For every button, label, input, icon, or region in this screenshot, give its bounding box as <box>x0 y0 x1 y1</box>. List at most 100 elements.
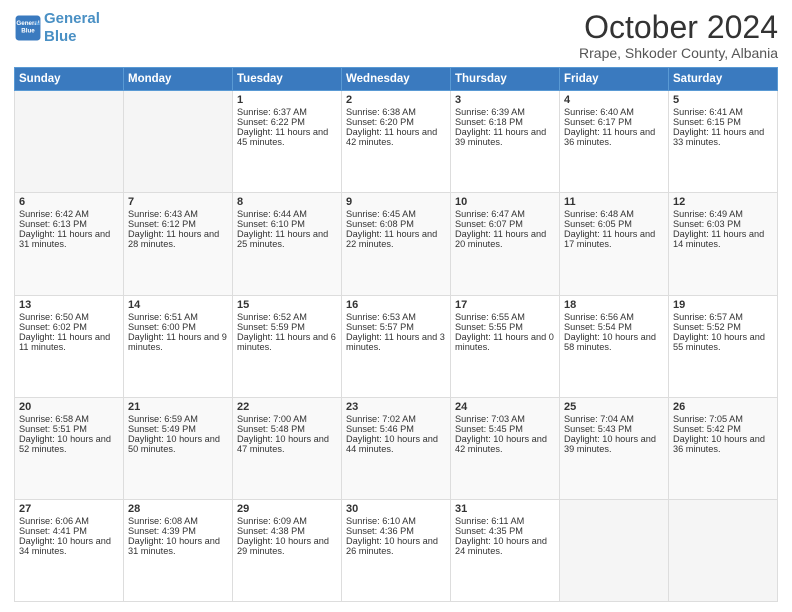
sunrise-text: Sunrise: 6:37 AM <box>237 107 337 117</box>
sunrise-text: Sunrise: 6:06 AM <box>19 516 119 526</box>
calendar-day-header: Sunday <box>15 68 124 91</box>
logo-line1: General <box>44 10 100 27</box>
sunset-text: Sunset: 5:48 PM <box>237 424 337 434</box>
daylight-text: Daylight: 11 hours and 25 minutes. <box>237 229 337 249</box>
sunrise-text: Sunrise: 6:09 AM <box>237 516 337 526</box>
calendar-cell <box>669 499 778 601</box>
calendar-cell: 8Sunrise: 6:44 AMSunset: 6:10 PMDaylight… <box>233 193 342 295</box>
sunset-text: Sunset: 6:05 PM <box>564 219 664 229</box>
sunrise-text: Sunrise: 6:52 AM <box>237 312 337 322</box>
daylight-text: Daylight: 11 hours and 28 minutes. <box>128 229 228 249</box>
sunrise-text: Sunrise: 7:00 AM <box>237 414 337 424</box>
sunrise-text: Sunrise: 6:55 AM <box>455 312 555 322</box>
sunrise-text: Sunrise: 6:42 AM <box>19 209 119 219</box>
day-number: 31 <box>455 503 555 515</box>
daylight-text: Daylight: 10 hours and 42 minutes. <box>455 434 555 454</box>
calendar-cell: 6Sunrise: 6:42 AMSunset: 6:13 PMDaylight… <box>15 193 124 295</box>
sunset-text: Sunset: 6:18 PM <box>455 117 555 127</box>
sunrise-text: Sunrise: 6:38 AM <box>346 107 446 117</box>
sunset-text: Sunset: 6:13 PM <box>19 219 119 229</box>
sunset-text: Sunset: 5:42 PM <box>673 424 773 434</box>
sunrise-text: Sunrise: 6:44 AM <box>237 209 337 219</box>
day-number: 16 <box>346 299 446 311</box>
calendar-cell: 14Sunrise: 6:51 AMSunset: 6:00 PMDayligh… <box>124 295 233 397</box>
daylight-text: Daylight: 10 hours and 36 minutes. <box>673 434 773 454</box>
day-number: 3 <box>455 94 555 106</box>
sunrise-text: Sunrise: 6:48 AM <box>564 209 664 219</box>
calendar-day-header: Friday <box>560 68 669 91</box>
calendar-cell: 15Sunrise: 6:52 AMSunset: 5:59 PMDayligh… <box>233 295 342 397</box>
calendar-day-header: Monday <box>124 68 233 91</box>
calendar-cell: 3Sunrise: 6:39 AMSunset: 6:18 PMDaylight… <box>451 91 560 193</box>
daylight-text: Daylight: 11 hours and 14 minutes. <box>673 229 773 249</box>
logo-text: General Blue <box>44 10 100 46</box>
calendar-cell <box>15 91 124 193</box>
sunset-text: Sunset: 4:35 PM <box>455 526 555 536</box>
daylight-text: Daylight: 10 hours and 44 minutes. <box>346 434 446 454</box>
sunrise-text: Sunrise: 6:47 AM <box>455 209 555 219</box>
calendar-week-row: 13Sunrise: 6:50 AMSunset: 6:02 PMDayligh… <box>15 295 778 397</box>
header: General Blue General Blue October 2024 R… <box>14 10 778 61</box>
calendar-cell: 1Sunrise: 6:37 AMSunset: 6:22 PMDaylight… <box>233 91 342 193</box>
calendar-cell: 17Sunrise: 6:55 AMSunset: 5:55 PMDayligh… <box>451 295 560 397</box>
daylight-text: Daylight: 10 hours and 39 minutes. <box>564 434 664 454</box>
sunrise-text: Sunrise: 6:58 AM <box>19 414 119 424</box>
sunrise-text: Sunrise: 6:53 AM <box>346 312 446 322</box>
daylight-text: Daylight: 11 hours and 17 minutes. <box>564 229 664 249</box>
sunset-text: Sunset: 5:51 PM <box>19 424 119 434</box>
sunset-text: Sunset: 4:36 PM <box>346 526 446 536</box>
calendar-cell: 20Sunrise: 6:58 AMSunset: 5:51 PMDayligh… <box>15 397 124 499</box>
sunset-text: Sunset: 4:38 PM <box>237 526 337 536</box>
day-number: 17 <box>455 299 555 311</box>
sunrise-text: Sunrise: 6:10 AM <box>346 516 446 526</box>
sunset-text: Sunset: 5:49 PM <box>128 424 228 434</box>
sunrise-text: Sunrise: 6:08 AM <box>128 516 228 526</box>
sunrise-text: Sunrise: 7:02 AM <box>346 414 446 424</box>
daylight-text: Daylight: 11 hours and 6 minutes. <box>237 332 337 352</box>
calendar-cell <box>560 499 669 601</box>
daylight-text: Daylight: 10 hours and 55 minutes. <box>673 332 773 352</box>
day-number: 25 <box>564 401 664 413</box>
sunrise-text: Sunrise: 6:49 AM <box>673 209 773 219</box>
daylight-text: Daylight: 10 hours and 58 minutes. <box>564 332 664 352</box>
daylight-text: Daylight: 11 hours and 42 minutes. <box>346 127 446 147</box>
sunset-text: Sunset: 6:12 PM <box>128 219 228 229</box>
sunset-text: Sunset: 5:46 PM <box>346 424 446 434</box>
calendar-cell: 26Sunrise: 7:05 AMSunset: 5:42 PMDayligh… <box>669 397 778 499</box>
sunrise-text: Sunrise: 7:03 AM <box>455 414 555 424</box>
daylight-text: Daylight: 11 hours and 39 minutes. <box>455 127 555 147</box>
daylight-text: Daylight: 10 hours and 29 minutes. <box>237 536 337 556</box>
sunrise-text: Sunrise: 6:40 AM <box>564 107 664 117</box>
sunset-text: Sunset: 6:10 PM <box>237 219 337 229</box>
daylight-text: Daylight: 10 hours and 26 minutes. <box>346 536 446 556</box>
day-number: 26 <box>673 401 773 413</box>
sunrise-text: Sunrise: 6:59 AM <box>128 414 228 424</box>
day-number: 2 <box>346 94 446 106</box>
day-number: 4 <box>564 94 664 106</box>
calendar-cell: 27Sunrise: 6:06 AMSunset: 4:41 PMDayligh… <box>15 499 124 601</box>
sunset-text: Sunset: 5:54 PM <box>564 322 664 332</box>
calendar-cell: 9Sunrise: 6:45 AMSunset: 6:08 PMDaylight… <box>342 193 451 295</box>
day-number: 1 <box>237 94 337 106</box>
daylight-text: Daylight: 11 hours and 36 minutes. <box>564 127 664 147</box>
daylight-text: Daylight: 10 hours and 47 minutes. <box>237 434 337 454</box>
sunset-text: Sunset: 5:59 PM <box>237 322 337 332</box>
sunset-text: Sunset: 6:17 PM <box>564 117 664 127</box>
day-number: 13 <box>19 299 119 311</box>
daylight-text: Daylight: 11 hours and 11 minutes. <box>19 332 119 352</box>
daylight-text: Daylight: 11 hours and 22 minutes. <box>346 229 446 249</box>
day-number: 7 <box>128 196 228 208</box>
calendar-cell: 30Sunrise: 6:10 AMSunset: 4:36 PMDayligh… <box>342 499 451 601</box>
sunset-text: Sunset: 6:02 PM <box>19 322 119 332</box>
logo: General Blue General Blue <box>14 10 100 46</box>
daylight-text: Daylight: 11 hours and 0 minutes. <box>455 332 555 352</box>
calendar-cell: 31Sunrise: 6:11 AMSunset: 4:35 PMDayligh… <box>451 499 560 601</box>
daylight-text: Daylight: 11 hours and 9 minutes. <box>128 332 228 352</box>
sunrise-text: Sunrise: 6:57 AM <box>673 312 773 322</box>
main-title: October 2024 <box>579 10 778 45</box>
daylight-text: Daylight: 11 hours and 45 minutes. <box>237 127 337 147</box>
calendar-week-row: 6Sunrise: 6:42 AMSunset: 6:13 PMDaylight… <box>15 193 778 295</box>
sunset-text: Sunset: 4:41 PM <box>19 526 119 536</box>
sunset-text: Sunset: 5:43 PM <box>564 424 664 434</box>
day-number: 21 <box>128 401 228 413</box>
